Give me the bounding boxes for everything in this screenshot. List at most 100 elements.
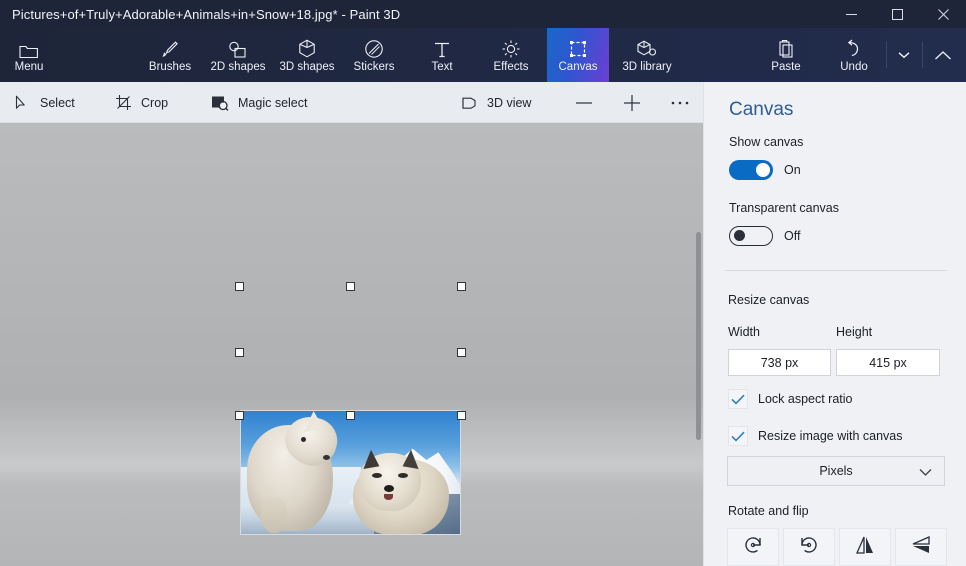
- selection-handle-bottom-left[interactable]: [235, 411, 244, 420]
- resize-image-with-canvas-checkbox[interactable]: [728, 426, 748, 446]
- width-label: Width: [728, 325, 760, 339]
- transparent-canvas-state: Off: [784, 229, 801, 243]
- height-input[interactable]: 415 px: [836, 349, 940, 376]
- brush-icon: [160, 37, 180, 59]
- zoom-in-button[interactable]: [620, 82, 644, 123]
- ribbon-separator: [886, 42, 887, 68]
- toggle-knob: [734, 230, 745, 242]
- lock-aspect-ratio-row[interactable]: Lock aspect ratio: [728, 389, 853, 409]
- close-button[interactable]: [920, 0, 966, 28]
- crop-icon: [113, 93, 133, 113]
- rotate-left-icon: [742, 534, 764, 561]
- stickers-icon: [364, 37, 384, 59]
- selection-handle-top-right[interactable]: [457, 282, 466, 291]
- transparent-canvas-toggle[interactable]: [729, 226, 773, 246]
- crop-tool-label: Crop: [141, 95, 169, 110]
- flip-vertical-button[interactable]: [895, 528, 947, 566]
- ribbon-label: Canvas: [558, 60, 598, 73]
- selection-handle-middle-right[interactable]: [457, 348, 466, 357]
- chevron-down-icon: [919, 466, 932, 480]
- minimize-button[interactable]: [828, 0, 874, 28]
- ribbon-item-undo[interactable]: Undo: [828, 28, 880, 82]
- rotate-and-flip-heading: Rotate and flip: [728, 504, 809, 518]
- rotate-left-button[interactable]: [727, 528, 779, 566]
- 3d-shapes-icon: [298, 37, 316, 59]
- 3d-view-icon: [459, 93, 479, 113]
- cursor-arrow-icon: [12, 93, 32, 113]
- vertical-scrollbar-track[interactable]: [695, 123, 703, 566]
- ribbon-item-menu[interactable]: Menu: [4, 28, 54, 82]
- tool-options-bar: Select Crop Magic select 3D view: [0, 82, 703, 123]
- panel-title: Canvas: [729, 99, 794, 120]
- ribbon-collapse-button[interactable]: [926, 28, 960, 82]
- canvas-icon: [568, 37, 588, 59]
- ribbon-item-2d-shapes[interactable]: 2D shapes: [204, 28, 272, 82]
- select-tool[interactable]: Select: [12, 82, 75, 123]
- ribbon-label: 2D shapes: [210, 60, 266, 73]
- lock-aspect-ratio-checkbox[interactable]: [728, 389, 748, 409]
- resize-image-with-canvas-label: Resize image with canvas: [758, 429, 903, 443]
- width-input[interactable]: 738 px: [728, 349, 831, 376]
- folder-icon: [19, 37, 39, 59]
- ribbon-item-brushes[interactable]: Brushes: [144, 28, 196, 82]
- selection-handle-bottom-center[interactable]: [346, 411, 355, 420]
- flip-horizontal-icon: [854, 534, 876, 561]
- check-icon: [731, 394, 745, 405]
- ribbon-more-dropdown[interactable]: [890, 28, 918, 82]
- puppy-left-nose: [323, 455, 330, 460]
- ribbon-item-3d-library[interactable]: 3D library: [612, 28, 682, 82]
- selection-handle-middle-left[interactable]: [235, 348, 244, 357]
- text-icon: [433, 37, 451, 59]
- units-value: Pixels: [819, 464, 853, 478]
- show-canvas-toggle[interactable]: [729, 160, 773, 180]
- crop-tool[interactable]: Crop: [113, 82, 168, 123]
- canvas-workspace[interactable]: [0, 123, 703, 566]
- select-tool-label: Select: [40, 95, 75, 110]
- selection-handle-top-center[interactable]: [346, 282, 355, 291]
- flip-horizontal-button[interactable]: [839, 528, 891, 566]
- 3d-library-icon: [636, 37, 658, 59]
- vertical-scrollbar-thumb[interactable]: [696, 232, 701, 440]
- ribbon-label: Stickers: [353, 60, 395, 73]
- magic-select-tool[interactable]: Magic select: [210, 82, 307, 123]
- ellipsis-icon: [670, 93, 690, 113]
- minus-icon: [574, 93, 594, 113]
- magic-select-tool-label: Magic select: [238, 95, 308, 110]
- 3d-view-tool[interactable]: 3D view: [459, 82, 531, 123]
- ribbon-item-text[interactable]: Text: [418, 28, 466, 82]
- chevron-down-icon: [898, 51, 910, 59]
- show-canvas-label: Show canvas: [729, 135, 804, 149]
- paint3d-window: Pictures+of+Truly+Adorable+Animals+in+Sn…: [0, 0, 966, 566]
- ribbon-item-canvas[interactable]: Canvas: [547, 28, 609, 82]
- plus-icon: [622, 93, 642, 113]
- ribbon-item-effects[interactable]: Effects: [484, 28, 538, 82]
- zoom-out-button[interactable]: [572, 82, 596, 123]
- puppy-left-leg: [261, 497, 287, 533]
- window-controls: [828, 0, 966, 28]
- canvas-image[interactable]: [240, 410, 461, 535]
- units-dropdown[interactable]: Pixels: [727, 456, 945, 486]
- ribbon-item-stickers[interactable]: Stickers: [344, 28, 404, 82]
- ribbon-label: Menu: [14, 60, 44, 73]
- ribbon-item-3d-shapes[interactable]: 3D shapes: [274, 28, 340, 82]
- selection-handle-top-left[interactable]: [235, 282, 244, 291]
- ribbon-label: Effects: [493, 60, 529, 73]
- lock-aspect-ratio-label: Lock aspect ratio: [758, 392, 853, 406]
- ribbon-item-paste[interactable]: Paste: [760, 28, 812, 82]
- resize-image-with-canvas-row[interactable]: Resize image with canvas: [728, 426, 903, 446]
- rotate-right-button[interactable]: [783, 528, 835, 566]
- puppy-right-mouth: [384, 494, 393, 500]
- overflow-menu-button[interactable]: [668, 82, 692, 123]
- resize-canvas-heading: Resize canvas: [728, 293, 810, 307]
- selection-handle-bottom-right[interactable]: [457, 411, 466, 420]
- rotate-right-icon: [798, 534, 820, 561]
- puppy-left-eye: [301, 437, 306, 442]
- magic-select-icon: [210, 93, 230, 113]
- undo-icon: [845, 37, 863, 59]
- ribbon-toolbar: Menu Brushes 2D shapes 3D shapes Sticker: [0, 28, 966, 82]
- maximize-button[interactable]: [874, 0, 920, 28]
- check-icon: [731, 431, 745, 442]
- clipboard-icon: [777, 37, 795, 59]
- window-title: Pictures+of+Truly+Adorable+Animals+in+Sn…: [12, 6, 401, 22]
- 2d-shapes-icon: [227, 37, 249, 59]
